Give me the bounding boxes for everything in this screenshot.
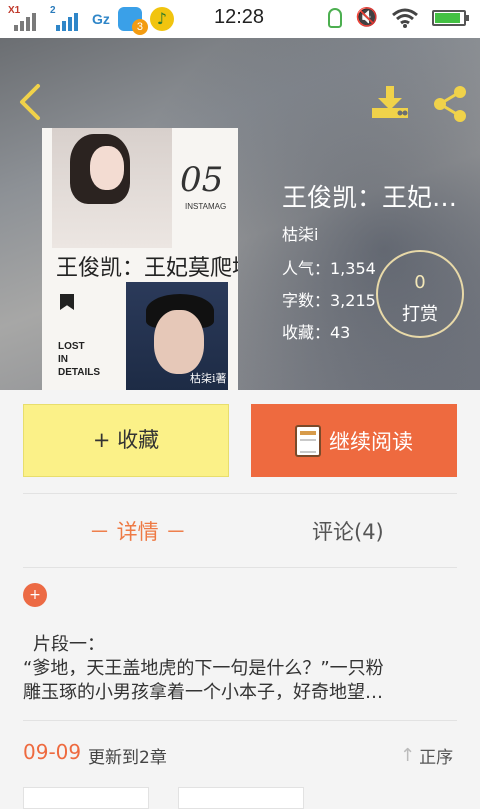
word-count-stat: 字数：3,215: [282, 291, 376, 310]
network-type: Gz: [92, 11, 110, 27]
book-icon: [295, 424, 321, 457]
status-right: 🔇: [327, 7, 469, 28]
divider: [23, 720, 457, 721]
wifi-icon: [392, 8, 418, 28]
popularity-stat: 人气：1,354: [282, 259, 376, 278]
update-text: 更新到2章: [88, 748, 167, 768]
badge-count: 3: [131, 19, 148, 35]
status-bar: X1 2 Gz 3 ♪ 12:28 🔇: [0, 0, 480, 38]
synopsis-line: 雕玉琢的小男孩拿着一个小本子，好奇地望…: [23, 682, 383, 703]
sim2-tag: 2: [50, 5, 56, 16]
synopsis-line: “爹地，天王盖地虎的下一句是什么？”一只粉: [23, 658, 384, 679]
tab-comments[interactable]: 评论(4): [312, 516, 384, 546]
book-title: 王俊凯：王妃…: [282, 183, 458, 212]
cover-title: 王俊凯：王妃莫爬墙: [56, 256, 238, 281]
tip-label: 打赏: [402, 304, 438, 325]
expand-icon[interactable]: +: [23, 583, 47, 607]
synopsis-line: 片段一：: [33, 634, 105, 655]
signal-icon: 2: [50, 5, 84, 31]
back-icon[interactable]: [16, 82, 42, 122]
collect-button[interactable]: + 收藏: [23, 404, 229, 477]
favorites-stat: 收藏：43: [282, 323, 351, 342]
book-cover: 05 INSTAMAG 王俊凯：王妃莫爬墙 LOST IN DETAILS 枯柒…: [42, 128, 238, 390]
download-icon[interactable]: [370, 84, 410, 120]
update-date: 09-09: [23, 740, 82, 764]
status-left: X1 2 Gz 3 ♪: [8, 5, 174, 35]
cover-lost-text: LOST IN DETAILS: [58, 341, 101, 378]
sort-order-button[interactable]: ↑ 正序: [400, 743, 453, 768]
bulb-icon: [327, 7, 342, 28]
tip-button[interactable]: 0 打赏: [376, 250, 464, 338]
chapter-card[interactable]: [23, 787, 149, 809]
share-icon[interactable]: [430, 84, 470, 124]
arrow-up-icon: ↑: [400, 745, 416, 766]
divider: [23, 567, 457, 568]
sort-order-label: 正序: [419, 748, 454, 768]
continue-reading-label: 继续阅读: [329, 429, 413, 454]
book-author[interactable]: 枯柒i: [282, 221, 318, 245]
cover-signature: 枯柒i著: [190, 372, 227, 385]
book-header: 05 INSTAMAG 王俊凯：王妃莫爬墙 LOST IN DETAILS 枯柒…: [0, 38, 480, 390]
synopsis[interactable]: 片段一： “爹地，天王盖地虎的下一句是什么？”一只粉 雕玉琢的小男孩拿着一个小本…: [23, 633, 457, 705]
battery-fill: [435, 12, 460, 23]
divider: [23, 493, 457, 494]
cover-number: 05: [180, 160, 224, 200]
clock: 12:28: [214, 6, 265, 28]
battery-icon: [432, 9, 469, 26]
app-icon: 3: [117, 7, 148, 35]
chapter-card[interactable]: [178, 787, 304, 809]
mute-icon: 🔇: [355, 7, 378, 28]
bookmark-icon: [60, 294, 74, 310]
cover-brand: INSTAMAG: [185, 202, 227, 211]
music-icon: ♪: [149, 7, 174, 31]
signal-icon: X1: [8, 5, 42, 31]
continue-reading-button[interactable]: 继续阅读: [251, 404, 457, 477]
tab-details[interactable]: － 详情 －: [89, 516, 186, 546]
tip-count: 0: [414, 272, 426, 293]
